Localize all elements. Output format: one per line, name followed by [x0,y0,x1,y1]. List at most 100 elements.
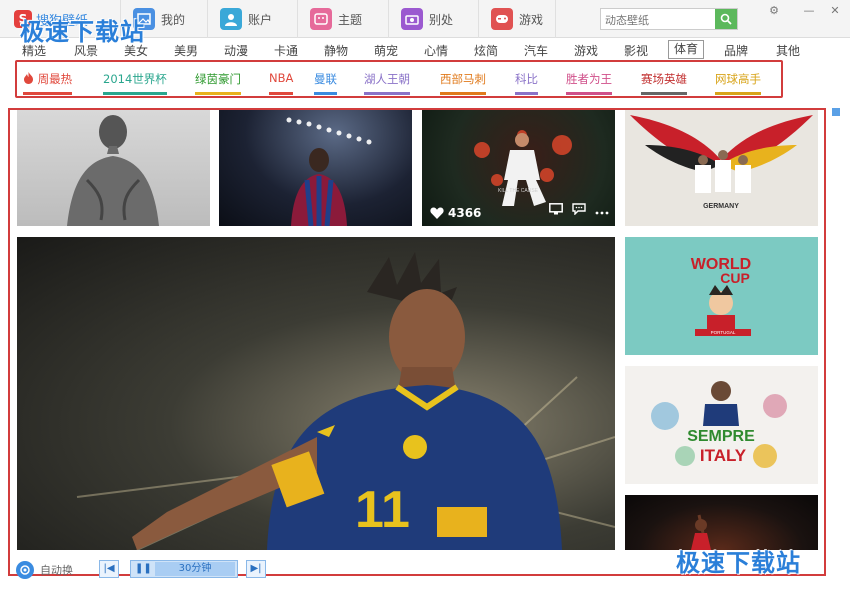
close-icon: ✕ [830,4,840,17]
svg-text:11: 11 [355,481,410,539]
subtag-underline [440,92,486,95]
svg-text:KILL THE CAUSE: KILL THE CAUSE [498,188,539,194]
subtag-hot[interactable]: 周最热 [23,71,73,95]
wallpaper-thumb[interactable] [17,110,210,226]
minimize-icon: — [803,4,815,17]
svg-text:GERMANY: GERMANY [703,203,739,210]
subtag-item[interactable]: 科比 [515,71,538,95]
tab-game[interactable]: 游戏 [478,0,557,38]
set-desktop-button[interactable] [549,200,563,219]
wallpaper-image [286,117,372,226]
subtag-label: 周最热 [37,72,73,86]
monitor-icon [549,203,563,215]
category-item[interactable]: 美男 [174,42,198,59]
svg-text:SEMPRE: SEMPRE [687,428,755,445]
subtag-item[interactable]: 网球高手 [715,71,761,95]
auto-change-toggle[interactable]: 自动换 [16,560,73,580]
subtag-item[interactable]: 绿茵豪门 [195,71,241,95]
subtag-item[interactable]: 曼联 [314,71,337,95]
wallpaper-image: GERMANY [630,115,813,210]
user-icon [220,8,242,30]
comment-button[interactable] [572,200,586,219]
category-item[interactable]: 品牌 [724,42,748,59]
subtag-label: 湖人王朝 [364,72,410,86]
minimize-button[interactable]: — [800,3,818,19]
svg-text:ITALY: ITALY [700,446,747,465]
comment-icon [572,203,586,216]
subtag-underline [314,92,337,95]
subtag-underline [641,92,687,95]
category-item-active[interactable]: 体育 [668,40,705,59]
wallpaper-thumb[interactable] [625,495,818,550]
subtag-underline [103,92,167,95]
interval-selector[interactable]: ❚❚ 30分钟 [130,560,238,578]
close-button[interactable]: ✕ [826,3,844,19]
category-item[interactable]: 美女 [124,42,148,59]
category-bar: 精选 风景 美女 美男 动漫 卡通 静物 萌宠 心情 炫简 汽车 游戏 影视 体… [0,40,850,60]
subtag-label: 2014世界杯 [103,72,167,86]
subtag-item[interactable]: 湖人王朝 [364,71,410,95]
subtag-label: 网球高手 [715,72,761,86]
tab-label: 游戏 [519,12,544,27]
pause-icon: ❚❚ [135,563,152,574]
gear-icon: ⚙ [769,4,779,17]
subtag-underline [566,92,612,95]
subtag-underline [23,92,73,95]
search-icon [720,13,732,25]
like-counter[interactable]: 4366 [430,206,481,220]
category-item[interactable]: 萌宠 [374,42,398,59]
category-item[interactable]: 影视 [624,42,648,59]
category-item[interactable]: 心情 [424,42,448,59]
wallpaper-image: WORLD CUP PORTUGAL [691,256,751,336]
category-item[interactable]: 卡通 [274,42,298,59]
more-icon [595,211,609,215]
previous-button[interactable]: |◀ [99,560,119,578]
subtag-underline [515,92,538,95]
tab-theme[interactable]: 主题 [297,0,374,38]
tab-account[interactable]: 账户 [207,0,284,38]
next-button[interactable]: ▶| [246,560,266,578]
search-button[interactable] [715,9,737,29]
category-item[interactable]: 静物 [324,42,348,59]
subtag-item[interactable]: NBA [269,71,294,95]
category-item[interactable]: 炫简 [474,42,498,59]
like-count: 4366 [448,206,482,220]
wallpaper-thumb[interactable]: SEMPRE ITALY [625,366,818,484]
wallpaper-image: SEMPRE ITALY [651,381,787,468]
category-item[interactable]: 动漫 [224,42,248,59]
category-item[interactable]: 风景 [74,42,98,59]
camera-icon [401,8,423,30]
subtag-item[interactable]: 胜者为王 [566,71,612,95]
watermark-bottom: 极速下载站 [676,549,801,577]
subtag-item[interactable]: 2014世界杯 [103,71,167,95]
wallpaper-thumb[interactable] [219,110,412,226]
category-item[interactable]: 精选 [22,42,46,59]
scrollbar-thumb[interactable] [832,108,840,116]
search-box [600,8,738,31]
heart-icon [430,207,444,219]
wallpaper-thumb[interactable]: KILL THE CAUSE 4366 [422,110,615,226]
wallpaper-image [691,514,711,550]
subtag-label: NBA [269,71,294,85]
subtag-label: 科比 [515,72,538,86]
category-item[interactable]: 汽车 [524,42,548,59]
subtag-item[interactable]: 西部马刺 [440,71,486,95]
category-item[interactable]: 其他 [776,42,800,59]
tab-label: 主题 [338,12,363,27]
search-input[interactable] [601,11,716,31]
wallpaper-thumb[interactable]: GERMANY [625,110,818,226]
subtag-label: 绿茵豪门 [195,72,241,86]
wallpaper-featured[interactable]: 11 [17,237,615,550]
tab-label: 别处 [429,12,454,27]
skip-back-icon: |◀ [103,563,115,574]
interval-value: 30分钟 [155,562,235,576]
svg-text:CUP: CUP [720,270,750,286]
subtag-item[interactable]: 赛场英雄 [641,71,687,95]
tab-elsewhere[interactable]: 别处 [388,0,465,38]
more-button[interactable] [595,200,609,219]
theme-icon [310,8,332,30]
subtag-label: 胜者为王 [566,72,612,86]
category-item[interactable]: 游戏 [574,42,598,59]
wallpaper-thumb[interactable]: WORLD CUP PORTUGAL [625,237,818,355]
settings-button[interactable]: ⚙ [765,3,783,19]
